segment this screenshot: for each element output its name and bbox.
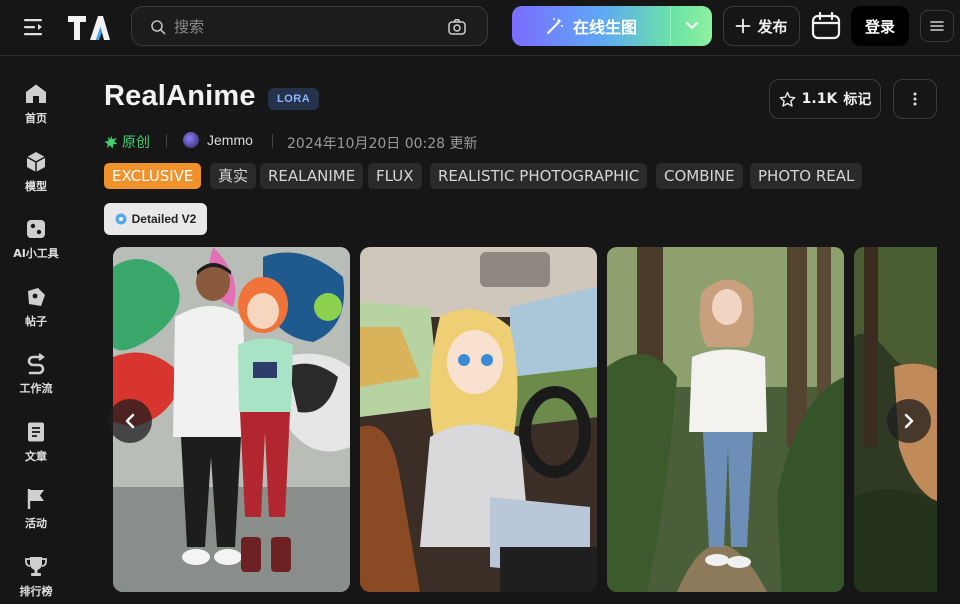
search-box — [131, 6, 488, 46]
sidebar-item-label: 活动 — [25, 517, 47, 530]
sidebar: 首页 模型 AI小工具 帖子 工作流 文章 活动 排行榜 — [0, 57, 72, 604]
sidebar-item-ai-tools[interactable]: AI小工具 — [0, 217, 72, 273]
article-icon — [28, 422, 44, 442]
bookmark-count: 1.1K — [801, 91, 838, 107]
page-title: RealAnime — [104, 80, 256, 112]
sidebar-item-leaderboard[interactable]: 排行榜 — [0, 555, 72, 604]
tag-item[interactable]: PHOTO REAL — [750, 163, 863, 189]
kebab-icon — [913, 92, 917, 106]
sidebar-item-events[interactable]: 活动 — [0, 487, 72, 543]
plus-icon — [736, 18, 751, 34]
flag-icon — [27, 489, 44, 509]
original-label: 原创 — [122, 135, 150, 151]
menu-toggle-icon[interactable] — [22, 16, 46, 38]
author-name: Jemmo — [207, 132, 253, 148]
publish-button[interactable]: 发布 — [723, 6, 800, 46]
sidebar-item-models[interactable]: 模型 — [0, 150, 72, 206]
gallery-next-button[interactable] — [887, 399, 931, 443]
more-options-button[interactable] — [893, 79, 937, 119]
tag-item[interactable]: REALANIME — [260, 163, 364, 189]
magic-wand-icon — [546, 18, 563, 34]
search-icon — [151, 20, 166, 35]
sidebar-item-label: 首页 — [25, 112, 47, 125]
sidebar-item-label: AI小工具 — [13, 247, 59, 260]
tag-item[interactable]: 真实 — [210, 163, 257, 189]
tag-item[interactable]: REALISTIC PHOTOGRAPHIC — [430, 163, 648, 189]
image-gallery — [113, 247, 937, 592]
login-label: 登录 — [864, 17, 895, 36]
search-input[interactable] — [174, 16, 434, 38]
sparkle-icon — [104, 135, 118, 149]
tag-item[interactable]: FLUX — [368, 163, 422, 189]
model-type-badge: LORA — [268, 88, 320, 110]
sidebar-item-posts[interactable]: 帖子 — [0, 285, 72, 341]
author-link[interactable]: Jemmo — [183, 132, 253, 148]
gallery-image[interactable] — [607, 247, 844, 592]
original-badge: 原创 — [104, 132, 150, 152]
generate-dropdown-toggle[interactable] — [670, 6, 712, 46]
home-icon — [26, 84, 46, 103]
sidebar-item-workflow[interactable]: 工作流 — [0, 352, 72, 408]
site-logo[interactable] — [66, 10, 110, 44]
tools-icon — [27, 220, 45, 238]
gallery-image[interactable] — [360, 247, 597, 592]
camera-search-icon[interactable] — [447, 17, 467, 37]
workflow-icon — [27, 353, 45, 375]
bookmark-label: 标记 — [843, 92, 872, 108]
avatar — [183, 132, 199, 148]
bookmark-button[interactable]: 1.1K 标记 — [769, 79, 881, 119]
gallery-prev-button[interactable] — [108, 399, 152, 443]
login-button[interactable]: 登录 — [851, 6, 909, 46]
hamburger-menu-icon[interactable] — [920, 10, 954, 42]
online-generate-button[interactable]: 在线生图 — [512, 6, 712, 46]
top-bar: 在线生图 发布 登录 — [0, 0, 960, 56]
chevron-right-icon — [904, 413, 914, 429]
calendar-icon[interactable] — [810, 10, 842, 42]
post-icon — [28, 288, 45, 306]
divider — [166, 134, 167, 148]
sidebar-item-home[interactable]: 首页 — [0, 82, 72, 138]
online-generate-main[interactable]: 在线生图 — [512, 6, 670, 46]
sidebar-item-label: 排行榜 — [19, 585, 53, 598]
chevron-down-icon — [685, 22, 698, 30]
divider — [272, 134, 273, 148]
version-selector[interactable]: Detailed V2 — [104, 203, 207, 235]
sidebar-item-articles[interactable]: 文章 — [0, 420, 72, 476]
tag-exclusive[interactable]: EXCLUSIVE — [104, 163, 202, 189]
updated-timestamp: 2024年10月20日 00:28 更新 — [287, 136, 478, 152]
sidebar-item-label: 工作流 — [19, 382, 53, 395]
chevron-left-icon — [125, 413, 135, 429]
version-label: Detailed V2 — [131, 212, 197, 226]
sidebar-item-label: 帖子 — [25, 315, 47, 328]
tag-item[interactable]: COMBINE — [656, 163, 743, 189]
cube-icon — [26, 152, 46, 172]
sidebar-item-label: 文章 — [25, 450, 47, 463]
tag-list: EXCLUSIVE 真实 REALANIME FLUX REALISTIC PH… — [104, 163, 944, 189]
version-dot-icon — [115, 213, 127, 225]
trophy-icon — [25, 557, 47, 576]
star-icon — [779, 91, 795, 107]
sidebar-item-label: 模型 — [25, 180, 47, 193]
online-generate-label: 在线生图 — [572, 18, 637, 37]
model-meta: 原创 Jemmo 2024年10月20日 00:28 更新 — [104, 131, 704, 152]
publish-label: 发布 — [757, 17, 788, 36]
